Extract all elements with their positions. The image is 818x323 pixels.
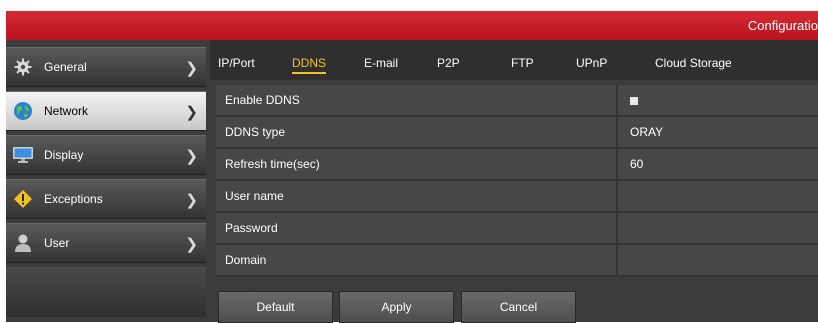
chevron-right-icon: ❯ — [185, 236, 198, 253]
sidebar-item-label: Network — [44, 104, 89, 118]
domain-label: Domain — [216, 245, 618, 275]
tab-email[interactable]: E-mail — [364, 56, 398, 70]
sidebar-item-label: User — [44, 236, 70, 250]
user-name-label: User name — [216, 181, 618, 211]
domain-row: Domain — [216, 245, 818, 277]
cancel-button[interactable]: Cancel — [461, 291, 576, 323]
monitor-icon — [12, 144, 34, 166]
password-row: Password — [216, 213, 818, 245]
sidebar-item-user[interactable]: User ❯ — [6, 223, 206, 263]
sidebar-item-display[interactable]: Display ❯ — [6, 135, 206, 175]
chevron-right-icon: ❯ — [185, 60, 198, 77]
sidebar-item-general[interactable]: General ❯ — [6, 47, 206, 87]
sidebar-item-label: General — [44, 60, 87, 74]
gear-icon — [12, 56, 34, 78]
tab-p2p[interactable]: P2P — [437, 56, 460, 70]
tab-ddns[interactable]: DDNS — [292, 56, 327, 74]
ddns-type-select[interactable]: ORAY — [618, 117, 818, 147]
chevron-right-icon: ❯ — [185, 148, 198, 165]
window-title: Configuratio — [747, 18, 818, 33]
apply-button[interactable]: Apply — [339, 291, 454, 323]
ddns-form: Enable DDNS DDNS type ORAY Refresh time(… — [216, 85, 818, 277]
tab-bar: IP/Port DDNS E-mail P2P FTP UPnP Cloud S… — [210, 40, 818, 80]
tab-ftp[interactable]: FTP — [511, 56, 534, 70]
enable-ddns-checkbox[interactable] — [630, 96, 638, 105]
password-input[interactable] — [618, 213, 818, 243]
tab-cloud-storage[interactable]: Cloud Storage — [655, 56, 732, 70]
tab-ip-port[interactable]: IP/Port — [218, 56, 255, 70]
enable-ddns-label: Enable DDNS — [216, 85, 618, 115]
ddns-type-label: DDNS type — [216, 117, 618, 147]
password-label: Password — [216, 213, 618, 243]
domain-input[interactable] — [618, 245, 818, 275]
config-panel: General ❯ Network ❯ Display ❯ Exceptions… — [6, 40, 818, 323]
default-button[interactable]: Default — [218, 291, 333, 323]
refresh-time-label: Refresh time(sec) — [216, 149, 618, 179]
globe-icon — [12, 100, 34, 122]
sidebar-item-label: Display — [44, 148, 84, 162]
title-bar: Configuratio — [6, 11, 818, 40]
tab-upnp[interactable]: UPnP — [576, 56, 607, 70]
sidebar-filler — [6, 267, 206, 317]
refresh-time-input[interactable]: 60 — [618, 149, 818, 179]
warning-icon — [12, 188, 34, 210]
sidebar-item-exceptions[interactable]: Exceptions ❯ — [6, 179, 206, 219]
ddns-type-row: DDNS type ORAY — [216, 117, 818, 149]
chevron-right-icon: ❯ — [185, 104, 198, 121]
user-icon — [12, 232, 34, 254]
enable-ddns-cell — [618, 85, 818, 115]
sidebar: General ❯ Network ❯ Display ❯ Exceptions… — [6, 47, 206, 317]
user-name-row: User name — [216, 181, 818, 213]
sidebar-item-network[interactable]: Network ❯ — [6, 91, 206, 131]
refresh-time-row: Refresh time(sec) 60 — [216, 149, 818, 181]
user-name-input[interactable] — [618, 181, 818, 211]
sidebar-item-label: Exceptions — [44, 192, 103, 206]
enable-ddns-row: Enable DDNS — [216, 85, 818, 117]
chevron-right-icon: ❯ — [185, 192, 198, 209]
